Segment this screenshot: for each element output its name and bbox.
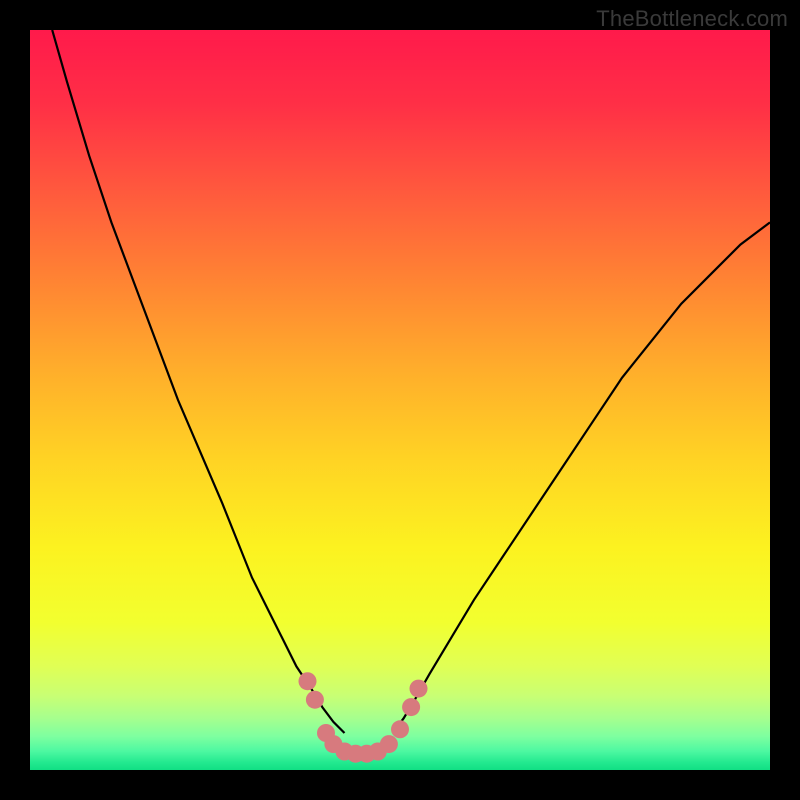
marker-point	[380, 735, 398, 753]
marker-point	[299, 672, 317, 690]
plot-area	[30, 30, 770, 770]
marker-point	[402, 698, 420, 716]
chart-frame: TheBottleneck.com	[0, 0, 800, 800]
watermark-text: TheBottleneck.com	[596, 6, 788, 32]
gradient-background	[30, 30, 770, 770]
bottleneck-chart	[30, 30, 770, 770]
marker-point	[306, 691, 324, 709]
marker-point	[391, 720, 409, 738]
marker-point	[410, 680, 428, 698]
